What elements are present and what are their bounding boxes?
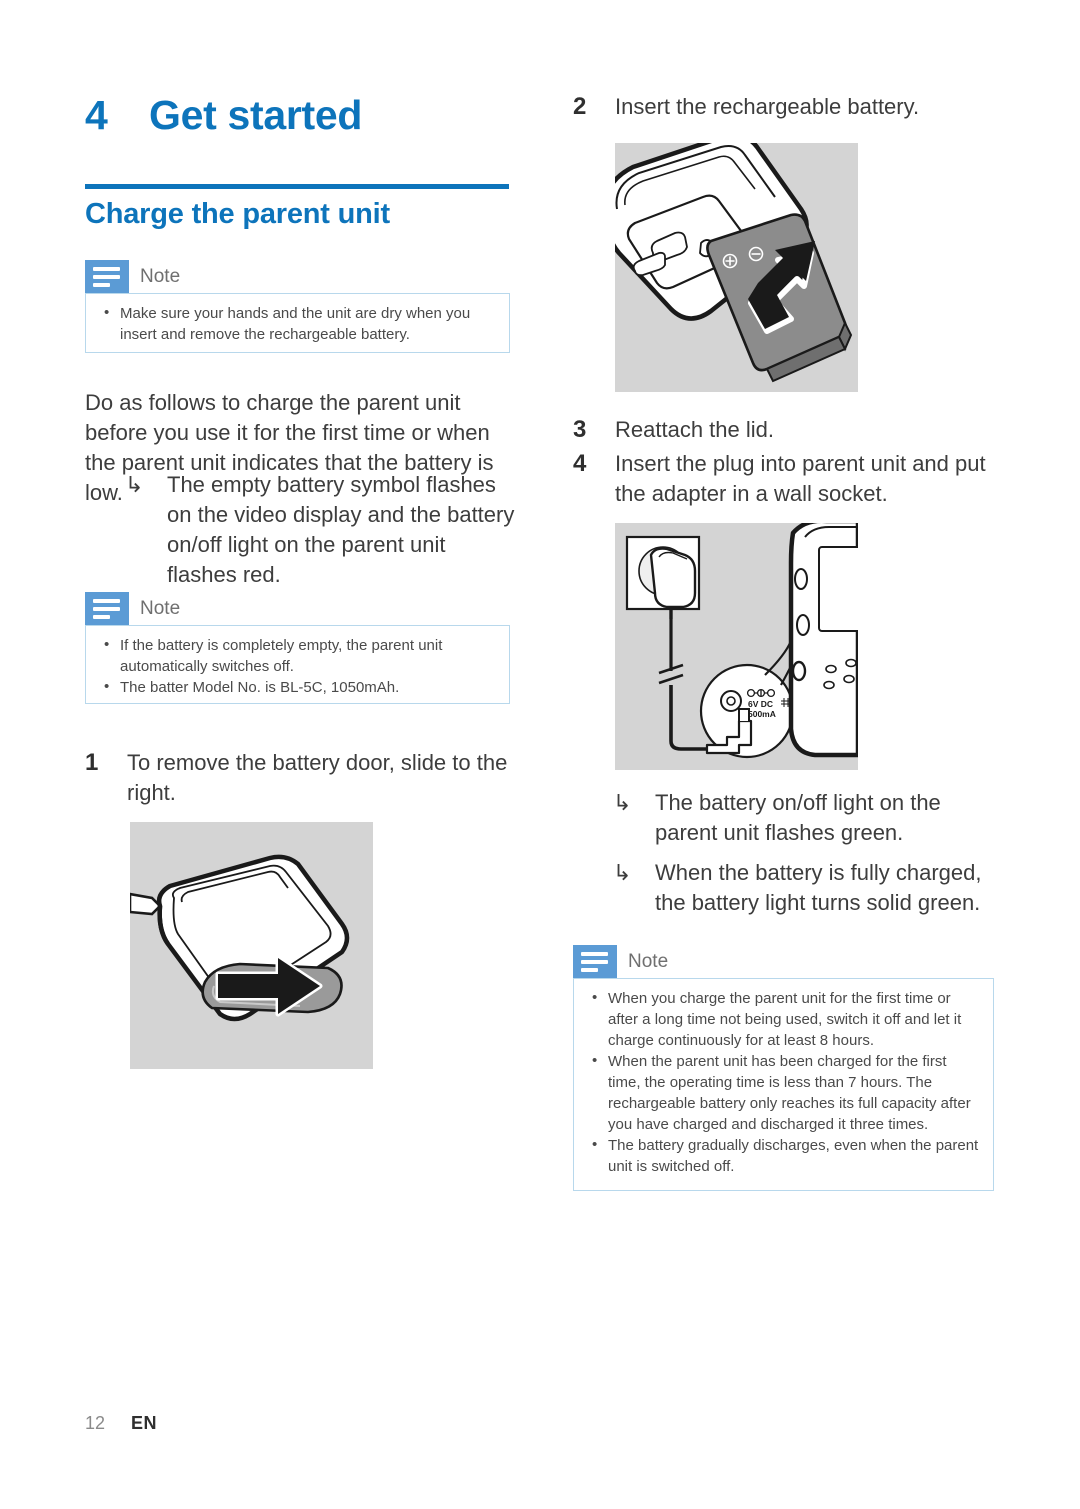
page-footer: 12 EN <box>85 1413 157 1434</box>
note-header: Note <box>85 260 510 293</box>
result-text: When the battery is fully charged, the b… <box>655 860 982 915</box>
battery-door-slide-drawing <box>130 854 350 1022</box>
intro-result-list: ↳ The empty battery symbol flashes on th… <box>125 470 520 594</box>
insert-battery-drawing <box>615 143 853 383</box>
note-body: Make sure your hands and the unit are dr… <box>85 293 510 353</box>
illustration-plug-adapter-wall-socket: 6V DC 500mA <box>615 523 858 770</box>
adapter-current-label: 500mA <box>748 709 776 719</box>
note-item: When you charge the parent unit for the … <box>588 987 979 1051</box>
plug-adapter-drawing: 6V DC 500mA <box>625 523 858 759</box>
step-text: Insert the rechargeable battery. <box>615 94 920 119</box>
note-box-3: Note When you charge the parent unit for… <box>573 945 994 1191</box>
note-box-1: Note Make sure your hands and the unit a… <box>85 260 510 353</box>
result-item: ↳ The battery on/off light on the parent… <box>613 788 1003 848</box>
step-number: 1 <box>85 749 99 776</box>
note-header: Note <box>573 945 994 978</box>
result-item: ↳ The empty battery symbol flashes on th… <box>125 470 520 590</box>
page-number: 12 <box>85 1413 106 1433</box>
result-text: The empty battery symbol flashes on the … <box>167 472 515 587</box>
step-4: 4 Insert the plug into parent unit and p… <box>573 449 998 509</box>
step-number: 3 <box>573 416 587 443</box>
step-3: 3 Reattach the lid. <box>573 415 998 445</box>
note-item: If the battery is completely empty, the … <box>100 634 495 677</box>
note-header: Note <box>85 592 510 625</box>
illustration-battery-door-slide <box>130 822 373 1069</box>
chapter-heading: 4 Get started <box>85 92 362 139</box>
adapter-voltage-label: 6V DC <box>748 699 773 709</box>
chapter-title: Get started <box>149 92 363 138</box>
document-page: 4 Get started Charge the parent unit Note… <box>0 0 1080 1509</box>
step-number: 4 <box>573 450 587 477</box>
result-item: ↳ When the battery is fully charged, the… <box>613 858 1003 918</box>
note-label: Note <box>628 950 669 972</box>
note-item: When the parent unit has been charged fo… <box>588 1050 979 1135</box>
note-lines-icon <box>85 592 129 625</box>
result-arrow-icon: ↳ <box>613 790 632 815</box>
section-title: Charge the parent unit <box>85 198 390 230</box>
step-number: 2 <box>573 93 587 120</box>
note-lines-icon <box>573 945 617 978</box>
section-divider-rule <box>85 184 509 189</box>
chapter-number: 4 <box>85 92 108 138</box>
note-item: The battery gradually discharges, even w… <box>588 1134 979 1177</box>
note-item: The batter Model No. is BL-5C, 1050mAh. <box>100 676 495 698</box>
note-box-2: Note If the battery is completely empty,… <box>85 592 510 704</box>
note-lines-icon <box>85 260 129 293</box>
step-text: Reattach the lid. <box>615 417 774 442</box>
note-body: When you charge the parent unit for the … <box>573 978 994 1191</box>
note-label: Note <box>140 597 181 619</box>
charging-result-list: ↳ The battery on/off light on the parent… <box>613 788 1003 922</box>
note-item: Make sure your hands and the unit are dr… <box>100 302 495 345</box>
result-arrow-icon: ↳ <box>613 860 632 885</box>
note-label: Note <box>140 265 181 287</box>
illustration-insert-battery <box>615 143 858 392</box>
note-body: If the battery is completely empty, the … <box>85 625 510 704</box>
step-2: 2 Insert the rechargeable battery. <box>573 92 998 122</box>
step-text: Insert the plug into parent unit and put… <box>615 451 986 506</box>
page-language: EN <box>131 1413 158 1433</box>
result-arrow-icon: ↳ <box>125 472 144 497</box>
step-text: To remove the battery door, slide to the… <box>127 750 508 805</box>
step-1: 1 To remove the battery door, slide to t… <box>85 748 510 808</box>
result-text: The battery on/off light on the parent u… <box>655 790 941 845</box>
